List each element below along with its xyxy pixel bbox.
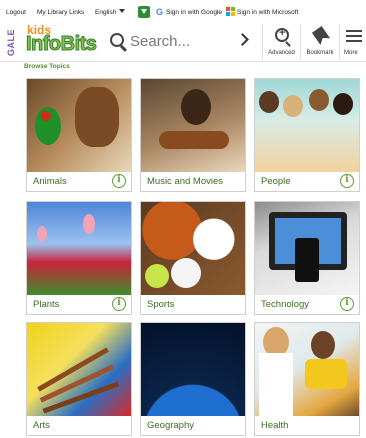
topic-label: Music and Movies [147,176,224,187]
topic-tile-people[interactable]: People i [254,78,360,192]
topic-image-music-and-movies [141,79,245,172]
gale-brand: GALE [6,28,16,56]
topic-image-people [255,79,359,172]
logout-link[interactable]: Logout [6,9,26,16]
search-input[interactable] [130,30,230,52]
topic-tile-arts[interactable]: Arts [26,322,132,436]
topic-tile-animals[interactable]: Animals i [26,78,132,192]
topic-caption: Technology i [255,295,359,314]
topic-label: Arts [33,420,50,431]
menu-icon [346,30,362,42]
topic-label: Animals [33,176,67,187]
advanced-label: Advanced [268,50,295,56]
topic-caption: People i [255,172,359,191]
browse-topics-heading: Browse Topics [24,63,70,70]
bookmark-label: Bookmark [306,50,334,56]
topic-caption: Animals i [27,172,131,191]
topic-caption: Music and Movies [141,172,245,191]
google-signin-link[interactable]: Sign in with Google [166,9,222,16]
topic-image-technology [255,202,359,295]
advanced-search-icon [275,27,289,42]
logo-infobits[interactable]: InfoBits [25,33,97,56]
topic-label: People [261,176,291,187]
topic-image-health [255,323,359,416]
microsoft-signin-link[interactable]: Sign in with Microsoft [237,9,298,16]
utility-bar: Logout My Library Links English G Sign i… [0,0,366,24]
topic-tile-health[interactable]: Health [254,322,360,436]
topic-image-plants [27,202,131,295]
topic-caption: Arts [27,416,131,435]
topic-caption: Sports [141,295,245,314]
google-icon: G [156,7,164,17]
topic-image-geography [141,323,245,416]
info-icon[interactable]: i [112,297,126,311]
topic-label: Geography [147,420,195,431]
topic-label: Plants [33,299,60,310]
topic-image-arts [27,323,131,416]
topic-caption: Geography [141,416,245,435]
topic-label: Sports [147,299,175,310]
topic-tile-plants[interactable]: Plants i [26,201,132,315]
info-icon[interactable]: i [340,297,354,311]
topic-tile-technology[interactable]: Technology i [254,201,360,315]
topic-label: Technology [261,299,310,310]
chevron-down-icon [119,9,126,13]
info-icon[interactable]: i [112,174,126,188]
topic-caption: Health [255,416,359,435]
topic-tile-sports[interactable]: Sports [140,201,246,315]
topic-image-sports [141,202,245,295]
bookmark-button[interactable]: Bookmark [301,24,339,60]
topic-image-animals [27,79,131,172]
advanced-search-button[interactable]: Advanced [263,24,300,60]
microsoft-icon [226,7,235,16]
bookmark-icon [312,26,330,45]
topic-caption: Plants i [27,295,131,314]
more-menu-button[interactable]: More [340,24,366,60]
more-label: More [344,50,358,56]
language-value: English [95,9,117,16]
info-icon[interactable]: i [340,174,354,188]
topic-tile-geography[interactable]: Geography [140,322,246,436]
topic-tile-music-and-movies[interactable]: Music and Movies [140,78,246,192]
search-icon[interactable] [110,33,124,47]
google-classroom-icon[interactable] [138,6,150,18]
topic-label: Health [261,420,289,431]
language-select[interactable]: English [95,9,126,16]
my-library-links-link[interactable]: My Library Links [37,9,84,16]
